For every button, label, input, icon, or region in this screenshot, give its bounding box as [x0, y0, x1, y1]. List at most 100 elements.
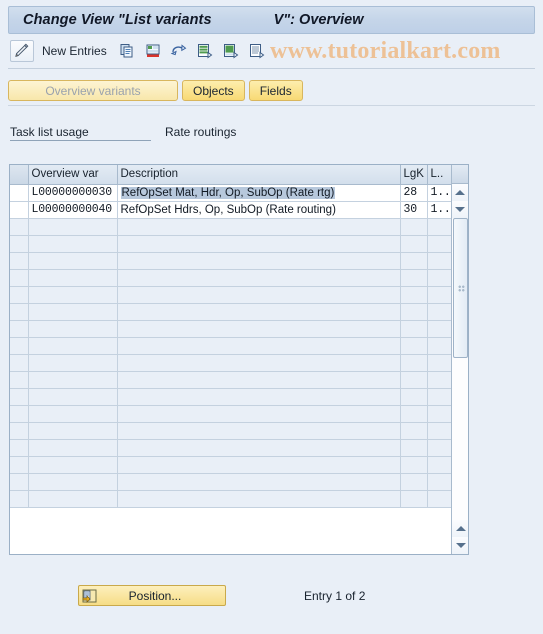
cell-lgk[interactable]	[400, 388, 428, 406]
position-button[interactable]: Position...	[78, 585, 226, 606]
row-selector[interactable]	[10, 320, 29, 338]
cell-description[interactable]	[117, 303, 401, 321]
delete-row-icon[interactable]	[141, 40, 165, 62]
cell-description[interactable]	[117, 252, 401, 270]
pencil-display-change-icon[interactable]	[10, 40, 34, 62]
cell-lgk[interactable]	[400, 303, 428, 321]
cell-overview-var[interactable]	[28, 439, 118, 457]
row-selector[interactable]	[10, 490, 29, 508]
cell-description[interactable]	[117, 422, 401, 440]
table-row-empty[interactable]	[10, 456, 454, 474]
cell-overview-var[interactable]	[28, 371, 118, 389]
cell-overview-var[interactable]	[28, 337, 118, 355]
cell-overview-var[interactable]	[28, 269, 118, 287]
cell-l2[interactable]	[427, 456, 454, 474]
cell-overview-var[interactable]	[28, 320, 118, 338]
cell-overview-var[interactable]: L00000000030	[28, 184, 118, 202]
scroll-down-button[interactable]	[452, 201, 468, 218]
row-selector[interactable]	[10, 405, 29, 423]
cell-overview-var[interactable]	[28, 354, 118, 372]
table-vertical-scrollbar[interactable]	[451, 165, 468, 554]
column-header-lgk[interactable]: LgK	[400, 165, 428, 185]
cell-lgk[interactable]	[400, 286, 428, 304]
cell-overview-var[interactable]	[28, 490, 118, 508]
cell-description[interactable]	[117, 354, 401, 372]
row-selector[interactable]	[10, 218, 29, 236]
scrollbar-track[interactable]	[452, 218, 468, 520]
cell-lgk[interactable]	[400, 473, 428, 491]
cell-l2[interactable]	[427, 235, 454, 253]
cell-description[interactable]	[117, 286, 401, 304]
cell-lgk[interactable]	[400, 456, 428, 474]
row-selector[interactable]	[10, 388, 29, 406]
cell-l2[interactable]	[427, 269, 454, 287]
cell-description[interactable]	[117, 320, 401, 338]
row-selector[interactable]	[10, 439, 29, 457]
cell-overview-var[interactable]	[28, 303, 118, 321]
row-selector[interactable]	[10, 456, 29, 474]
cell-overview-var[interactable]	[28, 286, 118, 304]
cell-lgk[interactable]	[400, 405, 428, 423]
scroll-page-down-button[interactable]	[452, 537, 468, 554]
cell-l2[interactable]	[427, 371, 454, 389]
table-row-empty[interactable]	[10, 286, 454, 304]
row-selector[interactable]	[10, 354, 29, 372]
table-row-empty[interactable]	[10, 320, 454, 338]
row-selector[interactable]	[10, 371, 29, 389]
cell-lgk[interactable]	[400, 371, 428, 389]
cell-l2[interactable]	[427, 405, 454, 423]
cell-lgk[interactable]: 30	[400, 201, 428, 219]
scrollbar-thumb[interactable]	[453, 218, 468, 358]
cell-l2[interactable]	[427, 320, 454, 338]
cell-description[interactable]	[117, 439, 401, 457]
cell-l2[interactable]	[427, 218, 454, 236]
cell-l2[interactable]: 1...	[427, 201, 454, 219]
cell-overview-var[interactable]	[28, 422, 118, 440]
cell-description[interactable]	[117, 235, 401, 253]
cell-overview-var[interactable]	[28, 235, 118, 253]
row-selector[interactable]	[10, 286, 29, 304]
cell-l2[interactable]	[427, 252, 454, 270]
cell-l2[interactable]	[427, 303, 454, 321]
table-row-empty[interactable]	[10, 354, 454, 372]
cell-description[interactable]: RefOpSet Hdrs, Op, SubOp (Rate routing)	[117, 201, 401, 219]
table-row-empty[interactable]	[10, 337, 454, 355]
tab-objects[interactable]: Objects	[182, 80, 245, 101]
cell-description[interactable]	[117, 269, 401, 287]
cell-overview-var[interactable]: L00000000040	[28, 201, 118, 219]
cell-lgk[interactable]	[400, 337, 428, 355]
cell-l2[interactable]	[427, 388, 454, 406]
column-header-l2[interactable]: L..	[427, 165, 454, 185]
select-block-icon[interactable]	[219, 40, 243, 62]
row-selector[interactable]	[10, 422, 29, 440]
cell-description[interactable]	[117, 473, 401, 491]
table-row-empty[interactable]	[10, 269, 454, 287]
cell-overview-var[interactable]	[28, 473, 118, 491]
table-row-empty[interactable]	[10, 473, 454, 491]
cell-l2[interactable]	[427, 286, 454, 304]
row-selector[interactable]	[10, 337, 29, 355]
scroll-page-up-button[interactable]	[452, 520, 468, 537]
table-row-empty[interactable]	[10, 252, 454, 270]
cell-l2[interactable]	[427, 439, 454, 457]
row-selector[interactable]	[10, 473, 29, 491]
cell-lgk[interactable]	[400, 490, 428, 508]
cell-description[interactable]	[117, 388, 401, 406]
table-row[interactable]: L00000000030 RefOpSet Mat, Hdr, Op, SubO…	[10, 184, 454, 202]
cell-l2[interactable]	[427, 490, 454, 508]
cell-overview-var[interactable]	[28, 388, 118, 406]
undo-icon[interactable]	[167, 40, 191, 62]
cell-lgk[interactable]	[400, 439, 428, 457]
cell-description[interactable]: RefOpSet Mat, Hdr, Op, SubOp (Rate rtg)	[117, 184, 401, 202]
cell-lgk[interactable]	[400, 422, 428, 440]
cell-description[interactable]	[117, 218, 401, 236]
cell-description[interactable]	[117, 490, 401, 508]
table-row-empty[interactable]	[10, 303, 454, 321]
row-selector[interactable]	[10, 269, 29, 287]
row-selector[interactable]	[10, 235, 29, 253]
column-header-overview-var[interactable]: Overview var	[28, 165, 118, 185]
table-row-empty[interactable]	[10, 371, 454, 389]
cell-lgk[interactable]	[400, 235, 428, 253]
cell-description[interactable]	[117, 337, 401, 355]
row-selector[interactable]	[10, 184, 29, 202]
